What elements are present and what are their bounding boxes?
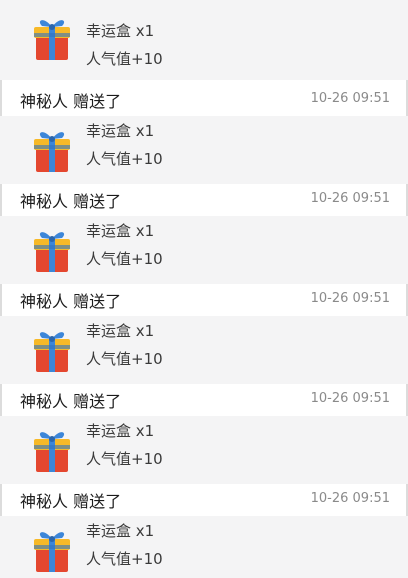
gift-card: 幸运盒 x1 人气值+10 <box>0 116 408 184</box>
gift-card: 幸运盒 x1 人气值+10 <box>0 416 408 484</box>
gift-box-icon <box>34 232 70 272</box>
record-header: 神秘人 赠送了 10-26 09:51 <box>0 84 408 116</box>
sender-label: 神秘人 赠送了 <box>20 292 122 311</box>
record-header: 神秘人 赠送了 10-26 09:51 <box>0 484 408 516</box>
gift-card-top: 幸运盒 x1 人气值+10 <box>0 0 408 80</box>
gift-name: 幸运盒 x1 <box>86 422 155 440</box>
record-header: 神秘人 赠送了 10-26 09:51 <box>0 184 408 216</box>
gift-name: 幸运盒 x1 <box>86 222 155 240</box>
gift-record-item[interactable]: 神秘人 赠送了 10-26 09:51 幸运盒 x1 人气值+10 <box>0 184 408 284</box>
gift-box-icon <box>34 332 70 372</box>
gift-box-icon <box>34 532 70 572</box>
sender-label: 神秘人 赠送了 <box>20 392 122 411</box>
gift-card: 幸运盒 x1 人气值+10 <box>0 516 408 578</box>
gift-box-icon <box>34 432 70 472</box>
record-header: 神秘人 赠送了 10-26 09:51 <box>0 384 408 416</box>
gift-popularity: 人气值+10 <box>86 50 163 68</box>
gift-box-icon <box>34 132 70 172</box>
gift-card: 幸运盒 x1 人气值+10 <box>0 0 408 80</box>
gift-popularity: 人气值+10 <box>86 350 163 368</box>
gift-popularity: 人气值+10 <box>86 550 163 568</box>
gift-name: 幸运盒 x1 <box>86 522 155 540</box>
gift-popularity: 人气值+10 <box>86 250 163 268</box>
gift-box-icon <box>34 20 70 60</box>
record-time: 10-26 09:51 <box>310 491 390 506</box>
gift-record-item[interactable]: 神秘人 赠送了 10-26 09:51 幸运盒 x1 人气值+10 <box>0 484 408 578</box>
gift-card: 幸运盒 x1 人气值+10 <box>0 216 408 284</box>
gift-name: 幸运盒 x1 <box>86 122 155 140</box>
sender-label: 神秘人 赠送了 <box>20 192 122 211</box>
record-time: 10-26 09:51 <box>310 191 390 206</box>
gift-record-list[interactable]: 幸运盒 x1 人气值+10 神秘人 赠送了 10-26 09:51 幸运盒 x1… <box>0 0 408 578</box>
record-header: 神秘人 赠送了 10-26 09:51 <box>0 284 408 316</box>
gift-popularity: 人气值+10 <box>86 450 163 468</box>
record-time: 10-26 09:51 <box>310 91 390 106</box>
gift-name: 幸运盒 x1 <box>86 22 155 40</box>
gift-card: 幸运盒 x1 人气值+10 <box>0 316 408 384</box>
record-time: 10-26 09:51 <box>310 391 390 406</box>
gift-record-item[interactable]: 神秘人 赠送了 10-26 09:51 幸运盒 x1 人气值+10 <box>0 384 408 484</box>
gift-popularity: 人气值+10 <box>86 150 163 168</box>
record-time: 10-26 09:51 <box>310 291 390 306</box>
gift-name: 幸运盒 x1 <box>86 322 155 340</box>
sender-label: 神秘人 赠送了 <box>20 492 122 511</box>
gift-record-item[interactable]: 神秘人 赠送了 10-26 09:51 幸运盒 x1 人气值+10 <box>0 284 408 384</box>
sender-label: 神秘人 赠送了 <box>20 92 122 111</box>
gift-record-item[interactable]: 神秘人 赠送了 10-26 09:51 幸运盒 x1 人气值+10 <box>0 84 408 184</box>
